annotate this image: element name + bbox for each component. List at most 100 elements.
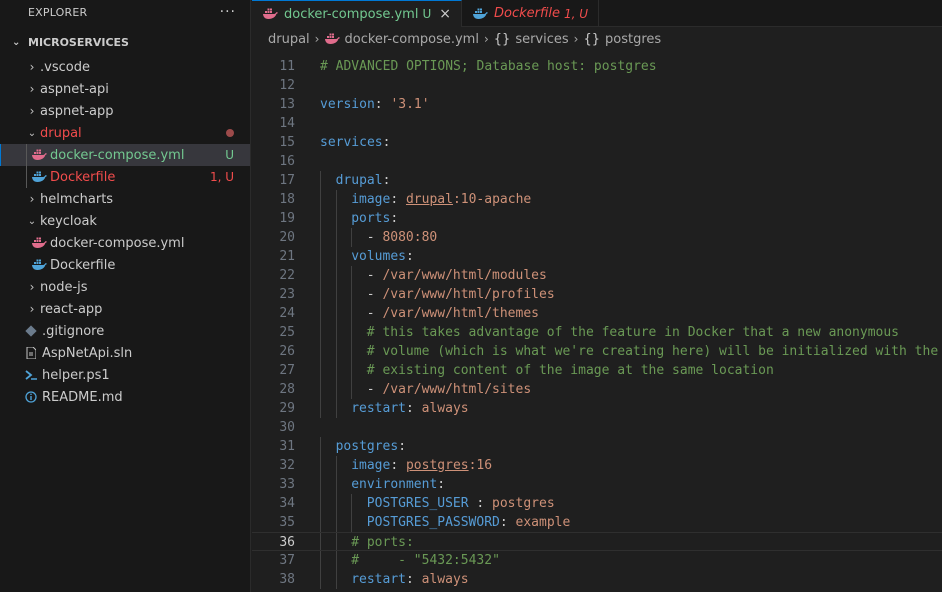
code-text: # ADVANCED OPTIONS; Database host: postg…	[320, 57, 657, 76]
breadcrumb-item-services[interactable]: {} services	[494, 32, 569, 47]
code-line: 19 ports:	[252, 209, 942, 228]
indent-guide	[320, 513, 321, 532]
code-line: 30	[252, 418, 942, 437]
tree-item-label: aspnet-app	[40, 103, 114, 119]
code-line: 22 - /var/www/html/modules	[252, 266, 942, 285]
indent-guide	[335, 285, 337, 304]
indent-guide	[351, 380, 353, 399]
code-text: restart: always	[351, 399, 468, 418]
code-editor[interactable]: 11 # ADVANCED OPTIONS; Database host: pos…	[252, 57, 942, 592]
breadcrumb-item-folder[interactable]: drupal	[268, 32, 310, 47]
yaml-list-value: /var/www/html/modules	[382, 268, 547, 283]
yaml-dash: -	[366, 230, 383, 245]
code-text: # - "5432:5432"	[351, 551, 500, 570]
tree-item-keycloak-docker-compose[interactable]: docker-compose.yml	[0, 232, 250, 254]
tree-item-label: .vscode	[40, 59, 90, 75]
line-number: 19	[279, 211, 295, 226]
yaml-image-tag: :10-apache	[452, 192, 532, 207]
yaml-image-name: drupal	[405, 192, 453, 207]
tree-item-drupal-docker-compose[interactable]: docker-compose.yml U	[0, 144, 250, 166]
code-line: 17 drupal:	[252, 171, 942, 190]
breadcrumb-item-postgres[interactable]: {} postgres	[583, 32, 661, 47]
line-number: 16	[279, 154, 295, 169]
indent-guide	[351, 513, 353, 532]
yaml-list-value: /var/www/html/profiles	[382, 287, 555, 302]
yaml-key: restart	[351, 401, 406, 416]
yaml-colon: :	[374, 97, 391, 112]
tree-item-label: Dockerfile	[50, 257, 116, 273]
chevron-right-icon: ›	[29, 82, 35, 96]
yaml-value: always	[421, 572, 469, 587]
code-comment: # existing content of the image at the s…	[366, 363, 774, 378]
close-icon[interactable]: ×	[439, 6, 451, 22]
indent-guide	[320, 399, 321, 418]
tree-item-aspnetapi-sln[interactable]: AspNetApi.sln	[0, 342, 250, 364]
indent-guide	[320, 361, 321, 380]
tab-docker-compose[interactable]: docker-compose.yml U ×	[252, 0, 462, 27]
code-text: POSTGRES_USER : postgres	[367, 494, 555, 513]
line-number: 12	[279, 78, 295, 93]
indent-guide	[351, 228, 353, 247]
code-text: services:	[320, 133, 398, 152]
chevron-down-icon: ⌄	[27, 215, 37, 227]
tree-item-helper-ps1[interactable]: helper.ps1	[0, 364, 250, 386]
tree-item-keycloak-dockerfile[interactable]: Dockerfile	[0, 254, 250, 276]
yaml-colon: :	[405, 401, 422, 416]
tree-item-label: Dockerfile	[50, 169, 116, 185]
line-number: 38	[279, 572, 295, 587]
breadcrumb-postgres-label: postgres	[605, 31, 662, 47]
yaml-key: services	[320, 135, 383, 150]
chevron-right-icon: ›	[573, 32, 579, 46]
tree-item-keycloak[interactable]: ⌄ keycloak	[0, 210, 250, 232]
code-comment: # volume (which is what we're creating h…	[366, 344, 939, 359]
code-line: 34 POSTGRES_USER : postgres	[252, 494, 942, 513]
tree-item-readme[interactable]: README.md	[0, 386, 250, 408]
yaml-key: drupal	[335, 173, 383, 188]
indent-guide	[335, 551, 337, 570]
line-number: 32	[279, 458, 295, 473]
explorer-header: EXPLORER ···	[0, 0, 250, 24]
more-actions-icon[interactable]: ···	[220, 4, 236, 20]
breadcrumb-item-file[interactable]: docker-compose.yml	[324, 31, 479, 47]
yaml-colon: :	[390, 192, 406, 207]
editor-tabs: docker-compose.yml U × Dockerfile 1, U	[252, 0, 942, 27]
tree-item-node-js[interactable]: › node-js	[0, 276, 250, 298]
modified-dot-icon	[226, 129, 234, 137]
tree-item-drupal[interactable]: ⌄ drupal	[0, 122, 250, 144]
yaml-value: always	[421, 401, 469, 416]
yaml-image-name: postgres	[405, 458, 469, 473]
tree-item-helmcharts[interactable]: › helmcharts	[0, 188, 250, 210]
tree-item-drupal-dockerfile[interactable]: Dockerfile 1, U	[0, 166, 250, 188]
line-number: 13	[279, 97, 295, 112]
tree-item-label: docker-compose.yml	[50, 235, 185, 251]
yaml-dash: -	[366, 268, 383, 283]
code-line: 13 version: '3.1'	[252, 95, 942, 114]
code-text: - /var/www/html/themes	[367, 304, 539, 323]
tree-item-label: react-app	[40, 301, 103, 317]
workspace-folder-header[interactable]: ⌄ MICROSERVICES	[0, 28, 250, 56]
tree-item-gitignore[interactable]: .gitignore	[0, 320, 250, 342]
yaml-colon: :	[382, 135, 399, 150]
line-number: 23	[279, 287, 295, 302]
indent-guide	[335, 456, 337, 475]
line-number: 37	[279, 553, 295, 568]
tree-item-aspnet-api[interactable]: › aspnet-api	[0, 78, 250, 100]
tree-item-react-app[interactable]: › react-app	[0, 298, 250, 320]
tree-item-label: README.md	[42, 389, 123, 405]
code-text: version: '3.1'	[320, 95, 430, 114]
indent-guide	[320, 494, 321, 513]
breadcrumb-services-label: services	[515, 31, 569, 47]
code-line: 35 POSTGRES_PASSWORD: example	[252, 513, 942, 532]
tab-dockerfile[interactable]: Dockerfile 1, U	[462, 0, 600, 27]
chevron-down-icon: ⌄	[12, 36, 21, 48]
chevron-right-icon: ›	[29, 60, 35, 74]
indent-guide	[335, 361, 337, 380]
chevron-right-icon: ›	[483, 32, 489, 46]
code-line: 27 # existing content of the image at the…	[252, 361, 942, 380]
tree-item-aspnet-app[interactable]: › aspnet-app	[0, 100, 250, 122]
tree-item-vscode[interactable]: › .vscode	[0, 56, 250, 78]
yaml-key: POSTGRES_USER	[366, 496, 477, 511]
yaml-key: version	[320, 97, 375, 112]
code-comment: # ports:	[351, 535, 414, 550]
breadcrumb-file-label: docker-compose.yml	[344, 31, 479, 47]
